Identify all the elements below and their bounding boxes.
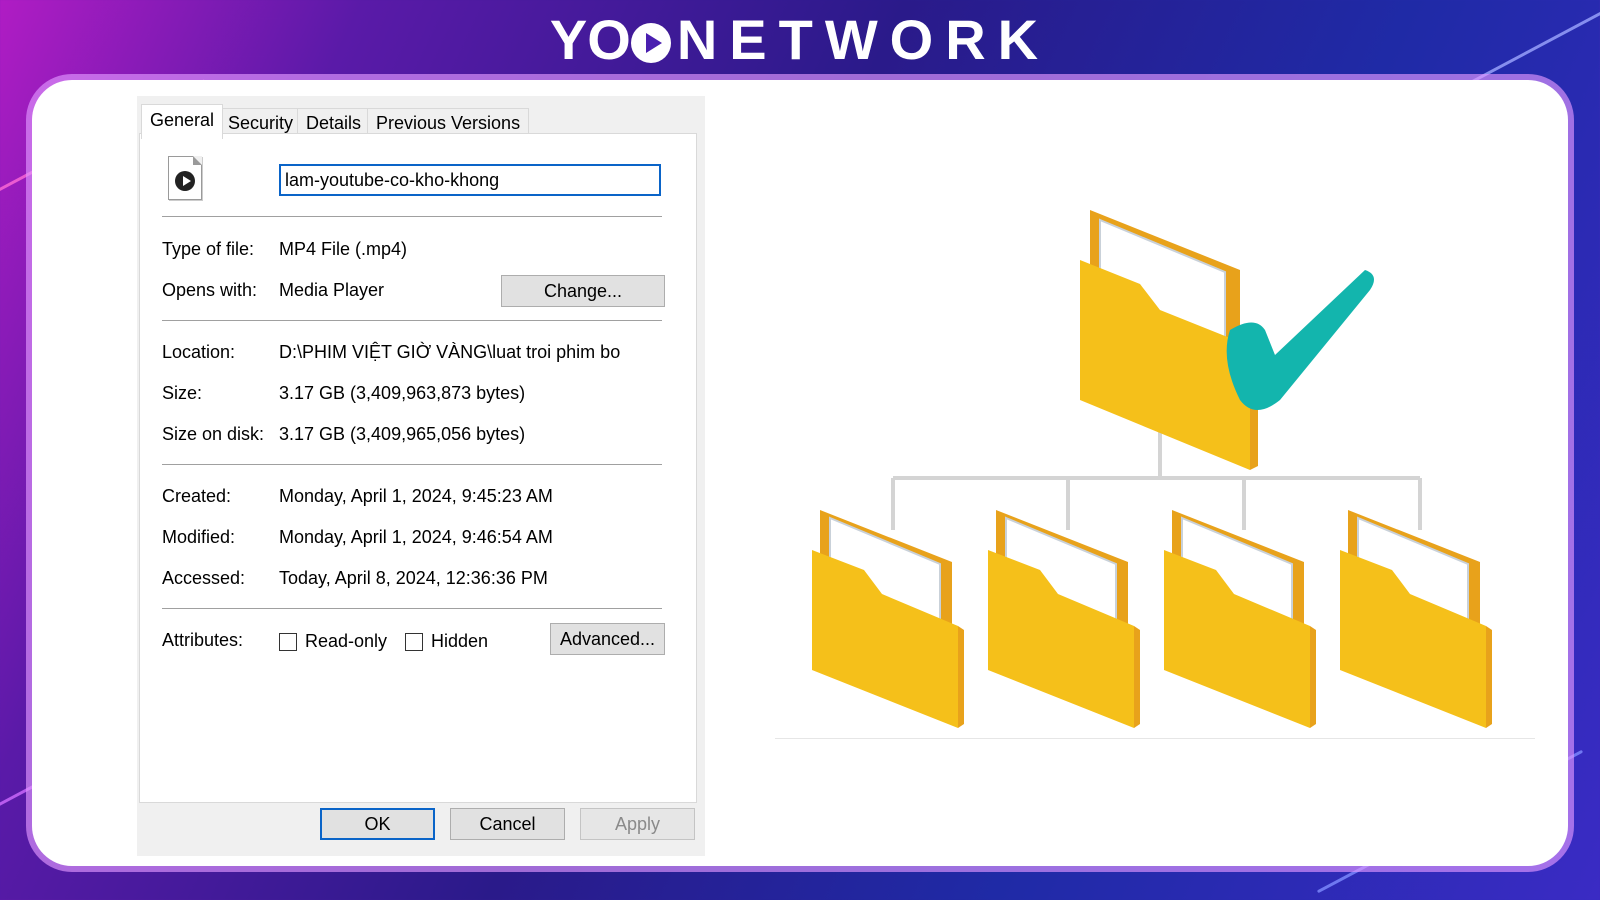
hidden-checkbox[interactable]: Hidden xyxy=(405,631,488,652)
general-panel: Type of file: MP4 File (.mp4) Opens with… xyxy=(139,133,697,803)
advanced-button[interactable]: Advanced... xyxy=(550,623,665,655)
divider xyxy=(162,320,662,321)
folder-icon xyxy=(988,510,1140,728)
readonly-checkbox[interactable]: Read-only xyxy=(279,631,387,652)
divider xyxy=(162,464,662,465)
size-value: 3.17 GB (3,409,963,873 bytes) xyxy=(279,383,526,403)
tab-general[interactable]: General xyxy=(141,104,224,139)
checkbox-box[interactable] xyxy=(279,632,297,651)
folder-with-checkmark-icon xyxy=(1080,210,1374,470)
brand-name: NETWORK xyxy=(676,8,1051,71)
hidden-label: Hidden xyxy=(431,631,489,651)
size-on-disk-value: 3.17 GB (3,409,965,056 bytes) xyxy=(279,424,526,444)
folder-hierarchy-illustration xyxy=(812,210,1492,728)
type-label: Type of file: xyxy=(162,239,255,259)
apply-button[interactable]: Apply xyxy=(580,808,695,840)
connector-lines xyxy=(891,430,1422,530)
file-properties-dialog: General Security Details Previous Versio… xyxy=(137,96,705,856)
checkbox-box[interactable] xyxy=(405,632,423,651)
created-label: Created: xyxy=(162,486,232,506)
location-label: Location: xyxy=(162,342,236,362)
brand-prefix: YO xyxy=(549,8,631,71)
modified-value: Monday, April 1, 2024, 9:46:54 AM xyxy=(279,527,553,547)
file-name-input[interactable] xyxy=(279,164,661,196)
cancel-button[interactable]: Cancel xyxy=(450,808,565,840)
size-on-disk-label: Size on disk: xyxy=(162,424,265,444)
created-value: Monday, April 1, 2024, 9:45:23 AM xyxy=(279,486,553,506)
location-value: D:\PHIM VIỆT GIỜ VÀNG\luat troi phim bo xyxy=(279,342,621,362)
modified-label: Modified: xyxy=(162,527,236,547)
folder-icon xyxy=(812,510,964,728)
ground-line xyxy=(775,738,1535,739)
folder-icon xyxy=(1340,510,1492,728)
divider xyxy=(162,216,662,217)
ok-button[interactable]: OK xyxy=(320,808,435,840)
folder-icon xyxy=(1164,510,1316,728)
opens-with-value: Media Player xyxy=(279,280,385,300)
divider xyxy=(162,608,662,609)
attributes-label: Attributes: xyxy=(162,630,244,650)
readonly-label: Read-only xyxy=(305,631,388,651)
play-disc-icon xyxy=(175,171,195,191)
play-icon xyxy=(630,23,671,63)
size-label: Size: xyxy=(162,383,203,403)
opens-with-label: Opens with: xyxy=(162,280,258,300)
media-file-icon xyxy=(168,156,202,200)
brand-logo: YO NETWORK xyxy=(0,12,1600,68)
accessed-value: Today, April 8, 2024, 12:36:36 PM xyxy=(279,568,548,588)
type-value: MP4 File (.mp4) xyxy=(279,239,408,259)
accessed-label: Accessed: xyxy=(162,568,246,588)
change-button[interactable]: Change... xyxy=(501,275,665,307)
